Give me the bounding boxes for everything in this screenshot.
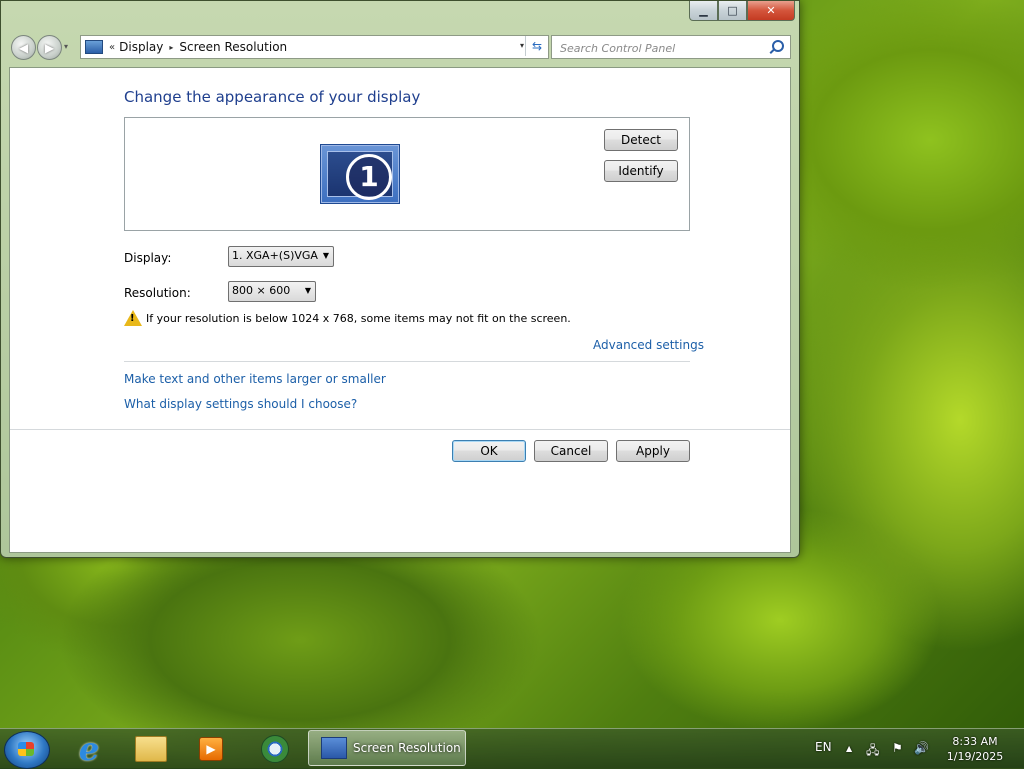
breadcrumb-screen-resolution[interactable]: Screen Resolution — [179, 40, 287, 54]
clock-time: 8:33 AM — [952, 735, 998, 748]
monitor-number: 1 — [346, 154, 392, 200]
display-select-value: 1. XGA+(S)VGA — [232, 249, 318, 262]
footer-separator — [10, 429, 790, 430]
separator-line — [124, 361, 690, 362]
internet-explorer-icon[interactable]: e — [62, 730, 116, 768]
identify-button[interactable]: Identify — [604, 160, 678, 182]
search-box[interactable] — [551, 35, 791, 59]
advanced-settings-link[interactable]: Advanced settings — [593, 338, 704, 352]
folder-icon — [135, 736, 167, 762]
show-hidden-icons-icon[interactable]: ▲ — [846, 744, 852, 753]
minimize-button[interactable]: ▁ — [689, 1, 718, 21]
ok-button[interactable]: OK — [452, 440, 526, 462]
address-chevron-icon[interactable]: « — [109, 42, 115, 53]
monitor-1-icon[interactable]: 1 — [320, 144, 400, 204]
play-icon: ▶ — [199, 737, 223, 761]
display-label: Display: — [124, 251, 172, 265]
volume-icon[interactable]: 🔊 — [914, 741, 929, 755]
clock[interactable]: 8:33 AM 1/19/2025 — [940, 734, 1010, 764]
browser-globe-icon — [261, 735, 289, 763]
close-button[interactable]: ✕ — [747, 1, 795, 21]
clock-date: 1/19/2025 — [946, 750, 1004, 763]
taskbar: e ▶ Screen Resolution EN ▲ 🖧 ⚑ 🔊 8:33 AM… — [0, 728, 1024, 769]
warning-icon: ! — [124, 310, 142, 326]
content-pane: Change the appearance of your display 1 … — [9, 67, 791, 553]
start-button[interactable] — [4, 731, 50, 769]
back-button[interactable]: ◀ — [11, 35, 36, 60]
breadcrumb-display[interactable]: Display — [119, 40, 163, 54]
page-title: Change the appearance of your display — [124, 88, 421, 106]
ie-glyph: e — [78, 730, 100, 768]
taskbar-item-screen-resolution[interactable]: Screen Resolution — [308, 730, 466, 766]
resolution-warning-text: If your resolution is below 1024 x 768, … — [146, 312, 571, 325]
resolution-select-value: 800 × 600 — [232, 284, 291, 297]
language-indicator[interactable]: EN — [815, 740, 832, 754]
taskbar-item-label: Screen Resolution — [353, 741, 461, 755]
caption-buttons: ▁ □ ✕ — [689, 1, 795, 21]
screen-resolution-window: ▁ □ ✕ ◀ ▶ ▾ « Display ▸ Screen Resolutio… — [0, 0, 800, 558]
chevron-down-icon: ▼ — [304, 286, 311, 295]
cancel-button[interactable]: Cancel — [534, 440, 608, 462]
refresh-icon[interactable]: ⇆ — [525, 36, 548, 56]
media-player-icon[interactable]: ▶ — [184, 732, 238, 766]
forward-button[interactable]: ▶ — [37, 35, 62, 60]
display-help-link[interactable]: What display settings should I choose? — [124, 397, 357, 411]
maximize-button[interactable]: □ — [718, 1, 747, 21]
breadcrumb-separator-icon[interactable]: ▸ — [169, 43, 173, 52]
monitor-arrangement-area: 1 Detect Identify — [124, 117, 690, 231]
display-select[interactable]: 1. XGA+(S)VGA ▼ — [228, 246, 334, 267]
address-dropdown-icon[interactable]: ▾ — [520, 41, 524, 50]
resolution-select[interactable]: 800 × 600 ▼ — [228, 281, 316, 302]
search-icon[interactable] — [772, 40, 784, 52]
action-center-flag-icon[interactable]: ⚑ — [892, 741, 903, 755]
display-icon — [321, 737, 347, 759]
chevron-down-icon: ▼ — [322, 251, 329, 260]
search-input[interactable] — [558, 38, 762, 58]
navigation-bar: ◀ ▶ ▾ « Display ▸ Screen Resolution ▾ ⇆ — [9, 35, 791, 60]
address-bar[interactable]: « Display ▸ Screen Resolution ▾ ⇆ — [80, 35, 549, 59]
monitor-screen: 1 — [327, 151, 393, 200]
warning-mark: ! — [130, 313, 135, 324]
browser-icon[interactable] — [248, 732, 302, 766]
network-icon[interactable]: 🖧 — [866, 741, 879, 762]
file-explorer-icon[interactable] — [124, 732, 178, 766]
recent-pages-dropdown-icon[interactable]: ▾ — [64, 42, 68, 51]
apply-button[interactable]: Apply — [616, 440, 690, 462]
resolution-label: Resolution: — [124, 286, 191, 300]
text-size-link[interactable]: Make text and other items larger or smal… — [124, 372, 386, 386]
detect-button[interactable]: Detect — [604, 129, 678, 151]
control-panel-icon — [85, 40, 103, 54]
